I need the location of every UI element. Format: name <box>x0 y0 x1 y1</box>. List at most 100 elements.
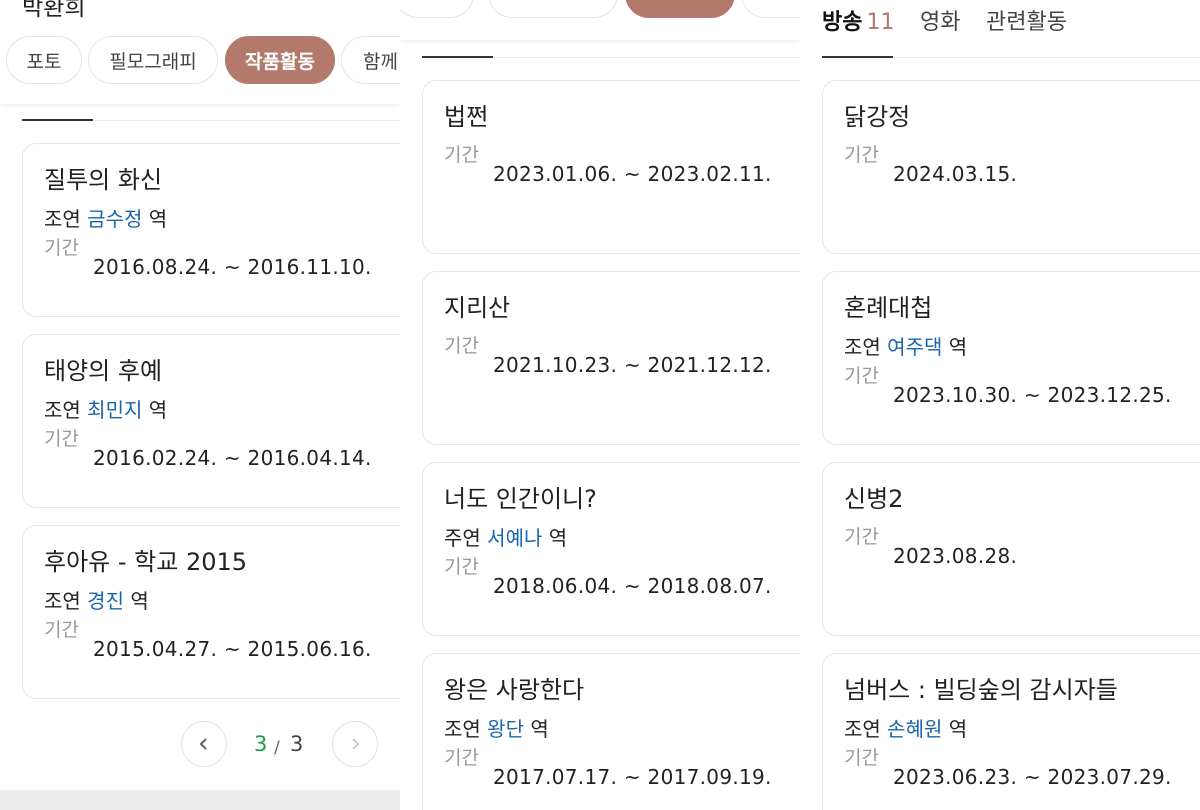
period-label: 기간 <box>444 556 479 578</box>
work-role: 조연 여주댁 역 <box>844 334 967 360</box>
period-value: 2023.06.23. ~ 2023.07.29. <box>893 765 1172 789</box>
period-label: 기간 <box>844 747 879 769</box>
work-card[interactable]: 혼례대첩 조연 여주댁 역 기간 2023.10.30. ~ 2023.12.2… <box>822 271 1200 445</box>
period-label: 기간 <box>444 144 479 166</box>
work-card[interactable]: 법쩐 기간 2023.01.06. ~ 2023.02.11. <box>422 80 800 254</box>
period-label: 기간 <box>44 428 79 450</box>
category-tab-related[interactable]: 관련활동 <box>986 8 1067 38</box>
tab-partial-4[interactable] <box>741 0 800 18</box>
period-label: 기간 <box>44 237 79 259</box>
character-link[interactable]: 여주댁 <box>887 335 942 359</box>
page-current: 3 <box>254 732 268 756</box>
work-role: 조연 왕단 역 <box>444 716 549 742</box>
period-value: 2016.08.24. ~ 2016.11.10. <box>93 255 372 279</box>
tab-photo[interactable]: 포토 <box>6 36 82 84</box>
chevron-left-icon <box>199 738 207 750</box>
period-value: 2023.08.28. <box>893 544 1018 568</box>
next-page-button[interactable] <box>332 721 378 767</box>
role-type: 조연 <box>444 717 481 741</box>
role-suffix: 역 <box>548 526 568 550</box>
work-role: 조연 금수정 역 <box>44 206 167 232</box>
work-title: 혼례대첩 <box>844 294 933 322</box>
work-card[interactable]: 질투의 화신 조연 금수정 역 기간 2016.08.24. ~ 2016.11… <box>22 143 400 317</box>
profile-header: 박환희 포토 필모그래피 작품활동 함께 <box>0 0 400 104</box>
period-value: 2024.03.15. <box>893 162 1018 186</box>
role-suffix: 역 <box>130 589 149 613</box>
period-value: 2018.06.04. ~ 2018.08.07. <box>493 574 772 598</box>
work-title: 신병2 <box>844 485 904 513</box>
tab-partial-1[interactable] <box>400 0 474 18</box>
role-type: 조연 <box>44 207 81 231</box>
period-label: 기간 <box>844 526 879 548</box>
work-title: 법쩐 <box>444 103 489 131</box>
category-divider <box>893 57 1200 58</box>
period-value: 2017.07.17. ~ 2017.09.19. <box>493 765 772 789</box>
role-suffix: 역 <box>530 717 549 741</box>
panel-person-works-page3: 박환희 포토 필모그래피 작품활동 함께 질투의 화신 조연 금수정 역 기간 … <box>0 0 400 810</box>
category-tab-movie[interactable]: 영화 <box>920 8 960 38</box>
work-title: 넘버스 : 빌딩숲의 감시자들 <box>844 676 1118 704</box>
period-label: 기간 <box>444 335 479 357</box>
role-suffix: 역 <box>948 717 968 741</box>
work-title: 너도 인간이니? <box>444 485 597 513</box>
role-type: 조연 <box>844 717 881 741</box>
period-value: 2016.02.24. ~ 2016.04.14. <box>93 446 372 470</box>
work-title: 닭강정 <box>844 103 911 131</box>
character-link[interactable]: 경진 <box>87 589 124 613</box>
period-value: 2015.04.27. ~ 2015.06.16. <box>93 637 372 661</box>
active-category-underline <box>22 119 93 121</box>
tab-together[interactable]: 함께 <box>341 36 400 84</box>
panel-works-list: 법쩐 기간 2023.01.06. ~ 2023.02.11. 지리산 기간 2… <box>400 0 800 810</box>
active-category-underline <box>422 56 493 58</box>
character-link[interactable]: 왕단 <box>487 717 524 741</box>
period-label: 기간 <box>844 144 879 166</box>
tab-filmography[interactable]: 필모그래피 <box>88 36 218 84</box>
tab-works[interactable]: 작품활동 <box>225 36 335 84</box>
work-role: 조연 손혜원 역 <box>844 716 967 742</box>
work-card[interactable]: 넘버스 : 빌딩숲의 감시자들 조연 손혜원 역 기간 2023.06.23. … <box>822 653 1200 810</box>
work-title: 태양의 후예 <box>44 357 163 385</box>
tab-works-active[interactable] <box>625 0 735 18</box>
role-suffix: 역 <box>148 398 168 422</box>
period-label: 기간 <box>844 365 879 387</box>
work-role: 조연 최민지 역 <box>44 397 167 423</box>
character-link[interactable]: 손혜원 <box>887 717 942 741</box>
active-category-underline <box>822 56 893 58</box>
work-title: 왕은 사랑한다 <box>444 676 585 704</box>
tabs-header <box>400 0 800 40</box>
tab-partial-2[interactable] <box>488 0 618 18</box>
role-type: 조연 <box>844 335 881 359</box>
category-label: 방송 <box>822 10 863 35</box>
prev-page-button[interactable] <box>181 721 227 767</box>
period-value: 2023.10.30. ~ 2023.12.25. <box>893 383 1172 407</box>
character-link[interactable]: 금수정 <box>87 207 142 231</box>
work-card[interactable]: 신병2 기간 2023.08.28. <box>822 462 1200 636</box>
work-title: 질투의 화신 <box>44 166 163 194</box>
category-count: 11 <box>866 10 895 35</box>
work-card[interactable]: 너도 인간이니? 주연 서예나 역 기간 2018.06.04. ~ 2018.… <box>422 462 800 636</box>
work-card[interactable]: 왕은 사랑한다 조연 왕단 역 기간 2017.07.17. ~ 2017.09… <box>422 653 800 810</box>
period-value: 2021.10.23. ~ 2021.12.12. <box>493 353 772 377</box>
category-tab-broadcast[interactable]: 방송 11 <box>822 8 894 38</box>
chevron-right-icon <box>352 738 360 750</box>
role-suffix: 역 <box>148 207 168 231</box>
work-title: 후아유 - 학교 2015 <box>44 548 248 576</box>
person-name: 박환희 <box>22 0 86 21</box>
page-separator: / <box>274 738 280 758</box>
work-title: 지리산 <box>444 294 511 322</box>
role-suffix: 역 <box>948 335 968 359</box>
role-type: 주연 <box>444 526 481 550</box>
role-type: 조연 <box>44 398 81 422</box>
work-card[interactable]: 닭강정 기간 2024.03.15. <box>822 80 1200 254</box>
role-type: 조연 <box>44 589 81 613</box>
character-link[interactable]: 최민지 <box>87 398 142 422</box>
period-value: 2023.01.06. ~ 2023.02.11. <box>493 162 772 186</box>
work-role: 주연 서예나 역 <box>444 525 567 551</box>
category-divider <box>93 120 400 121</box>
page-total: 3 <box>290 732 304 756</box>
character-link[interactable]: 서예나 <box>487 526 542 550</box>
work-card[interactable]: 지리산 기간 2021.10.23. ~ 2021.12.12. <box>422 271 800 445</box>
work-card[interactable]: 후아유 - 학교 2015 조연 경진 역 기간 2015.04.27. ~ 2… <box>22 525 400 699</box>
work-role: 조연 경진 역 <box>44 588 149 614</box>
work-card[interactable]: 태양의 후예 조연 최민지 역 기간 2016.02.24. ~ 2016.04… <box>22 334 400 508</box>
